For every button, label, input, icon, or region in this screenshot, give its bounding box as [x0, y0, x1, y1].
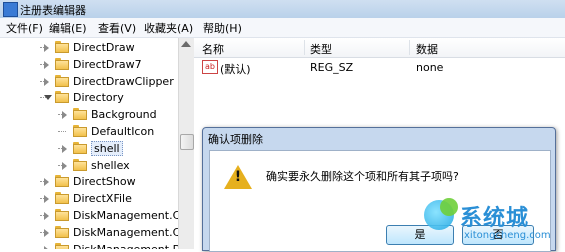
tree-node-label: shellex	[91, 159, 130, 172]
folder-icon	[73, 125, 87, 137]
expand-arrow-icon[interactable]	[44, 229, 49, 237]
value-data: none	[416, 61, 443, 74]
tree-node-label: DirectShow	[73, 175, 136, 188]
menu-edit[interactable]: 编辑(E)	[49, 20, 87, 36]
tree-node[interactable]: Background	[0, 106, 178, 124]
tree-node[interactable]: DirectDrawClipper	[0, 73, 178, 91]
folder-icon	[55, 192, 69, 204]
column-divider[interactable]	[304, 40, 305, 55]
menu-bar: 文件(F) 编辑(E) 查看(V) 收藏夹(A) 帮助(H)	[0, 18, 565, 38]
tree-node[interactable]: DiskManagement.Dat	[0, 241, 178, 249]
warning-exclamation-icon: !	[224, 169, 252, 185]
menu-view[interactable]: 查看(V)	[98, 20, 136, 36]
tree-node[interactable]: shell	[0, 140, 178, 158]
window-title: 注册表编辑器	[20, 2, 86, 18]
tree-node-label: Background	[91, 108, 157, 121]
registry-tree[interactable]: DirectDraw DirectDraw7 DirectDrawClipper Di…	[0, 38, 179, 249]
string-value-icon: ab	[202, 60, 218, 74]
tree-node-label: DiskManagement.Cor	[73, 209, 179, 222]
column-name[interactable]: 名称	[202, 41, 224, 57]
menu-help[interactable]: 帮助(H)	[203, 20, 242, 36]
folder-icon	[55, 175, 69, 187]
folder-icon	[73, 159, 87, 171]
folder-icon	[55, 75, 69, 87]
tree-node[interactable]: DiskManagement.Cor	[0, 207, 178, 225]
tree-node-label: DiskManagement.Dat	[73, 243, 179, 249]
expand-arrow-icon[interactable]	[44, 61, 49, 69]
tree-node[interactable]: DiskManagement.Cor	[0, 224, 178, 242]
value-name: (默认)	[220, 61, 251, 77]
dialog-title: 确认项删除	[208, 131, 263, 147]
watermark-leaf-icon	[440, 198, 458, 216]
expand-arrow-icon[interactable]	[44, 44, 49, 52]
tree-node-label: Directory	[73, 91, 124, 104]
expand-arrow-icon[interactable]	[62, 162, 67, 170]
tree-node-label: DirectDrawClipper	[73, 75, 174, 88]
folder-icon	[55, 243, 69, 249]
collapse-arrow-icon[interactable]	[44, 95, 52, 100]
column-data[interactable]: 数据	[416, 41, 438, 57]
menu-file[interactable]: 文件(F)	[6, 20, 43, 36]
column-type[interactable]: 类型	[310, 41, 332, 57]
watermark: 系统城 xitongcheng.com	[420, 196, 565, 249]
tree-node-label: DefaultIcon	[91, 125, 154, 138]
folder-icon	[55, 226, 69, 238]
folder-icon	[55, 91, 69, 103]
expand-arrow-icon[interactable]	[44, 78, 49, 86]
tree-node[interactable]: DirectShow	[0, 173, 178, 191]
regedit-app-icon	[3, 2, 18, 17]
tree-connector	[58, 131, 66, 132]
folder-icon	[55, 58, 69, 70]
scroll-up-arrow-icon[interactable]	[181, 41, 191, 47]
watermark-url: xitongcheng.com	[464, 230, 551, 241]
expand-arrow-icon[interactable]	[44, 212, 49, 220]
scrollbar-thumb[interactable]	[180, 134, 194, 150]
tree-node[interactable]: DefaultIcon	[0, 123, 178, 141]
expand-arrow-icon[interactable]	[62, 145, 67, 153]
tree-node[interactable]: DirectDraw	[0, 39, 178, 57]
watermark-brand: 系统城	[460, 200, 529, 232]
folder-icon	[55, 209, 69, 221]
dialog-message: 确实要永久删除这个项和所有其子项吗?	[266, 168, 459, 184]
column-divider[interactable]	[409, 40, 410, 55]
tree-node-label: DirectDraw7	[73, 58, 142, 71]
title-bar: 注册表编辑器	[0, 0, 565, 19]
expand-arrow-icon[interactable]	[44, 178, 49, 186]
tree-node[interactable]: DirectXFile	[0, 190, 178, 208]
expand-arrow-icon[interactable]	[44, 195, 49, 203]
folder-icon	[73, 108, 87, 120]
folder-icon	[55, 41, 69, 53]
tree-node-label: DiskManagement.Cor	[73, 226, 179, 239]
tree-node[interactable]: DirectDraw7	[0, 56, 178, 74]
tree-node-label: DirectXFile	[73, 192, 132, 205]
tree-node[interactable]: Directory	[0, 89, 178, 107]
list-header: 名称 类型 数据	[194, 38, 565, 58]
tree-node-label: DirectDraw	[73, 41, 135, 54]
expand-arrow-icon[interactable]	[44, 246, 49, 249]
tree-scrollbar[interactable]	[178, 38, 194, 249]
menu-favorites[interactable]: 收藏夹(A)	[144, 20, 193, 36]
folder-icon	[73, 142, 87, 154]
value-type: REG_SZ	[310, 61, 353, 74]
tree-node[interactable]: shellex	[0, 157, 178, 175]
tree-node-label: shell	[91, 141, 123, 156]
expand-arrow-icon[interactable]	[62, 111, 67, 119]
